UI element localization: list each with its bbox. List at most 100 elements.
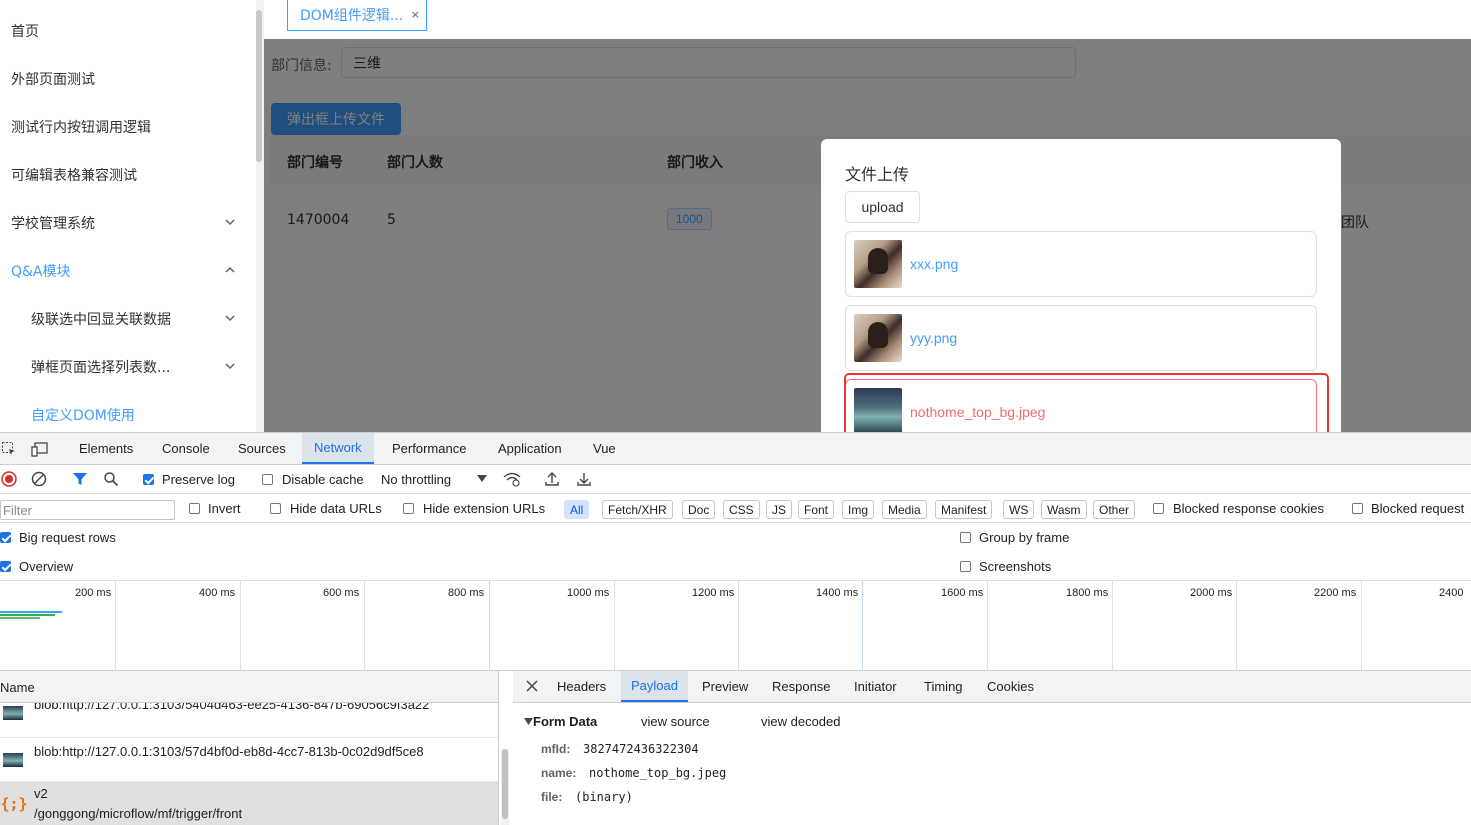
filter-type-img[interactable]: Img [842,500,875,519]
filter-type-font[interactable]: Font [798,500,835,519]
record-stop-icon[interactable] [1,471,17,487]
request-row-selected[interactable]: {;} v2 /gonggong/microflow/mf/trigger/fr… [0,782,498,825]
preserve-log-checkbox[interactable] [143,474,154,485]
hide-extension-urls-checkbox[interactable] [403,503,414,514]
group-by-frame-checkbox[interactable] [960,532,971,543]
overview-checkbox[interactable] [0,561,11,572]
filter-type-manifest[interactable]: Manifest [935,500,993,519]
tab-dom-logic[interactable]: DOM组件逻辑... × [287,0,427,31]
network-conditions-icon[interactable] [503,471,521,487]
network-overview-timeline[interactable]: 200 ms 400 ms 600 ms 800 ms 1000 ms 1200… [0,581,1471,671]
timeline-tick-label: 1200 ms [692,587,735,599]
timeline-gridline [1112,581,1113,671]
tab-application[interactable]: Application [498,433,562,464]
tab-network[interactable]: Network [302,433,374,464]
screenshots-checkbox[interactable] [960,561,971,572]
disable-cache-checkbox[interactable] [262,474,273,485]
file-item[interactable]: xxx.png [845,231,1317,297]
name-column-header[interactable]: Name [0,680,35,695]
hide-data-urls-checkbox[interactable] [270,503,281,514]
timeline-tick-label: 1800 ms [1066,587,1109,599]
file-name-link[interactable]: xxx.png [910,256,958,272]
inspect-element-icon[interactable] [1,441,17,457]
sidebar-item-editable-table[interactable]: 可编辑表格兼容测试 [0,151,256,199]
filter-type-all[interactable]: All [564,500,590,519]
close-icon[interactable]: × [411,8,420,21]
file-thumbnail [854,240,902,288]
filter-type-fetch-xhr[interactable]: Fetch/XHR [602,500,673,519]
request-name: blob:http://127.0.0.1:3103/5404d463-ee25… [34,703,430,712]
export-har-icon[interactable] [576,471,592,487]
blocked-response-cookies-checkbox[interactable] [1153,503,1164,514]
filter-input[interactable]: Filter [0,500,175,520]
filter-type-wasm[interactable]: Wasm [1041,500,1087,519]
big-request-rows-checkbox[interactable] [0,532,11,543]
blocked-requests-checkbox[interactable] [1352,503,1363,514]
sidebar-item-label: 外部页面测试 [11,72,95,88]
tab-response[interactable]: Response [772,671,831,702]
invert-checkbox[interactable] [189,503,200,514]
timeline-tick-label: 2400 [1439,587,1464,599]
group-by-frame-label: Group by frame [979,530,1070,545]
highlight-annotation [844,373,1329,432]
sidebar-item-qa[interactable]: Q&A模块 [0,247,256,295]
filter-type-other[interactable]: Other [1093,500,1136,519]
scrollbar-thumb[interactable] [502,749,508,819]
request-detail-panel: Headers Payload Preview Response Initiat… [513,671,1471,825]
tab-payload[interactable]: Payload [621,671,688,702]
clear-icon[interactable] [31,471,47,487]
view-source-link[interactable]: view source [641,714,710,729]
payload-key: file: [541,790,563,804]
chevron-down-icon [224,216,238,230]
request-row[interactable]: blob:http://127.0.0.1:3103/5404d463-ee25… [0,703,498,738]
view-decoded-link[interactable]: view decoded [761,714,841,729]
dropdown-arrow-icon[interactable] [476,473,488,485]
expand-triangle-icon[interactable] [523,717,533,727]
close-icon[interactable] [525,679,539,693]
payload-value: 3827472436322304 [583,742,699,756]
request-row[interactable]: blob:http://127.0.0.1:3103/57d4bf0d-eb8d… [0,738,498,782]
sidebar-item-external-page[interactable]: 外部页面测试 [0,55,256,103]
throttling-select[interactable]: No throttling [381,472,451,487]
network-toolbar: Preserve log Disable cache No throttling [0,465,1471,494]
filter-icon[interactable] [72,471,88,487]
tab-headers[interactable]: Headers [557,671,606,702]
tab-elements[interactable]: Elements [79,433,133,464]
hide-extension-urls-label: Hide extension URLs [423,501,546,516]
filter-type-media[interactable]: Media [882,500,927,519]
timeline-gridline [862,581,863,671]
filter-type-ws[interactable]: WS [1003,500,1035,519]
device-toolbar-icon[interactable] [31,441,49,457]
sidebar-item-dialog-list[interactable]: 弹框页面选择列表数... [0,343,256,391]
import-har-icon[interactable] [544,471,560,487]
tab-sources[interactable]: Sources [238,433,286,464]
upload-button[interactable]: upload [845,191,920,223]
tab-vue[interactable]: Vue [593,433,616,464]
overview-label: Overview [19,559,74,574]
timeline-gridline [489,581,490,671]
filter-type-css[interactable]: CSS [723,500,760,519]
timeline-gridline [987,581,988,671]
form-data-title[interactable]: Form Data [533,714,597,729]
search-icon[interactable] [103,471,119,487]
filter-bar: Filter Invert Hide data URLs Hide extens… [0,494,1471,523]
chevron-down-icon [224,360,238,374]
sidebar-scrollbar[interactable] [256,10,262,162]
sidebar-item-home[interactable]: 首页 [0,7,256,55]
tab-timing[interactable]: Timing [924,671,963,702]
file-item[interactable]: yyy.png [845,305,1317,371]
sidebar-item-school[interactable]: 学校管理系统 [0,199,256,247]
tab-performance[interactable]: Performance [392,433,466,464]
detail-tab-bar: Headers Payload Preview Response Initiat… [513,671,1471,703]
tab-cookies[interactable]: Cookies [987,671,1034,702]
sidebar-item-custom-dom[interactable]: 自定义DOM使用 [0,391,256,432]
sidebar-item-inline-button[interactable]: 测试行内按钮调用逻辑 [0,103,256,151]
tab-initiator[interactable]: Initiator [854,671,897,702]
sidebar-item-cascade[interactable]: 级联选中回显关联数据 [0,295,256,343]
tab-preview[interactable]: Preview [702,671,748,702]
filter-type-doc[interactable]: Doc [682,500,716,519]
tab-console[interactable]: Console [162,433,210,464]
filter-type-js[interactable]: JS [766,500,793,519]
request-list-scrollbar[interactable] [501,749,509,825]
file-name-link[interactable]: yyy.png [910,330,957,346]
